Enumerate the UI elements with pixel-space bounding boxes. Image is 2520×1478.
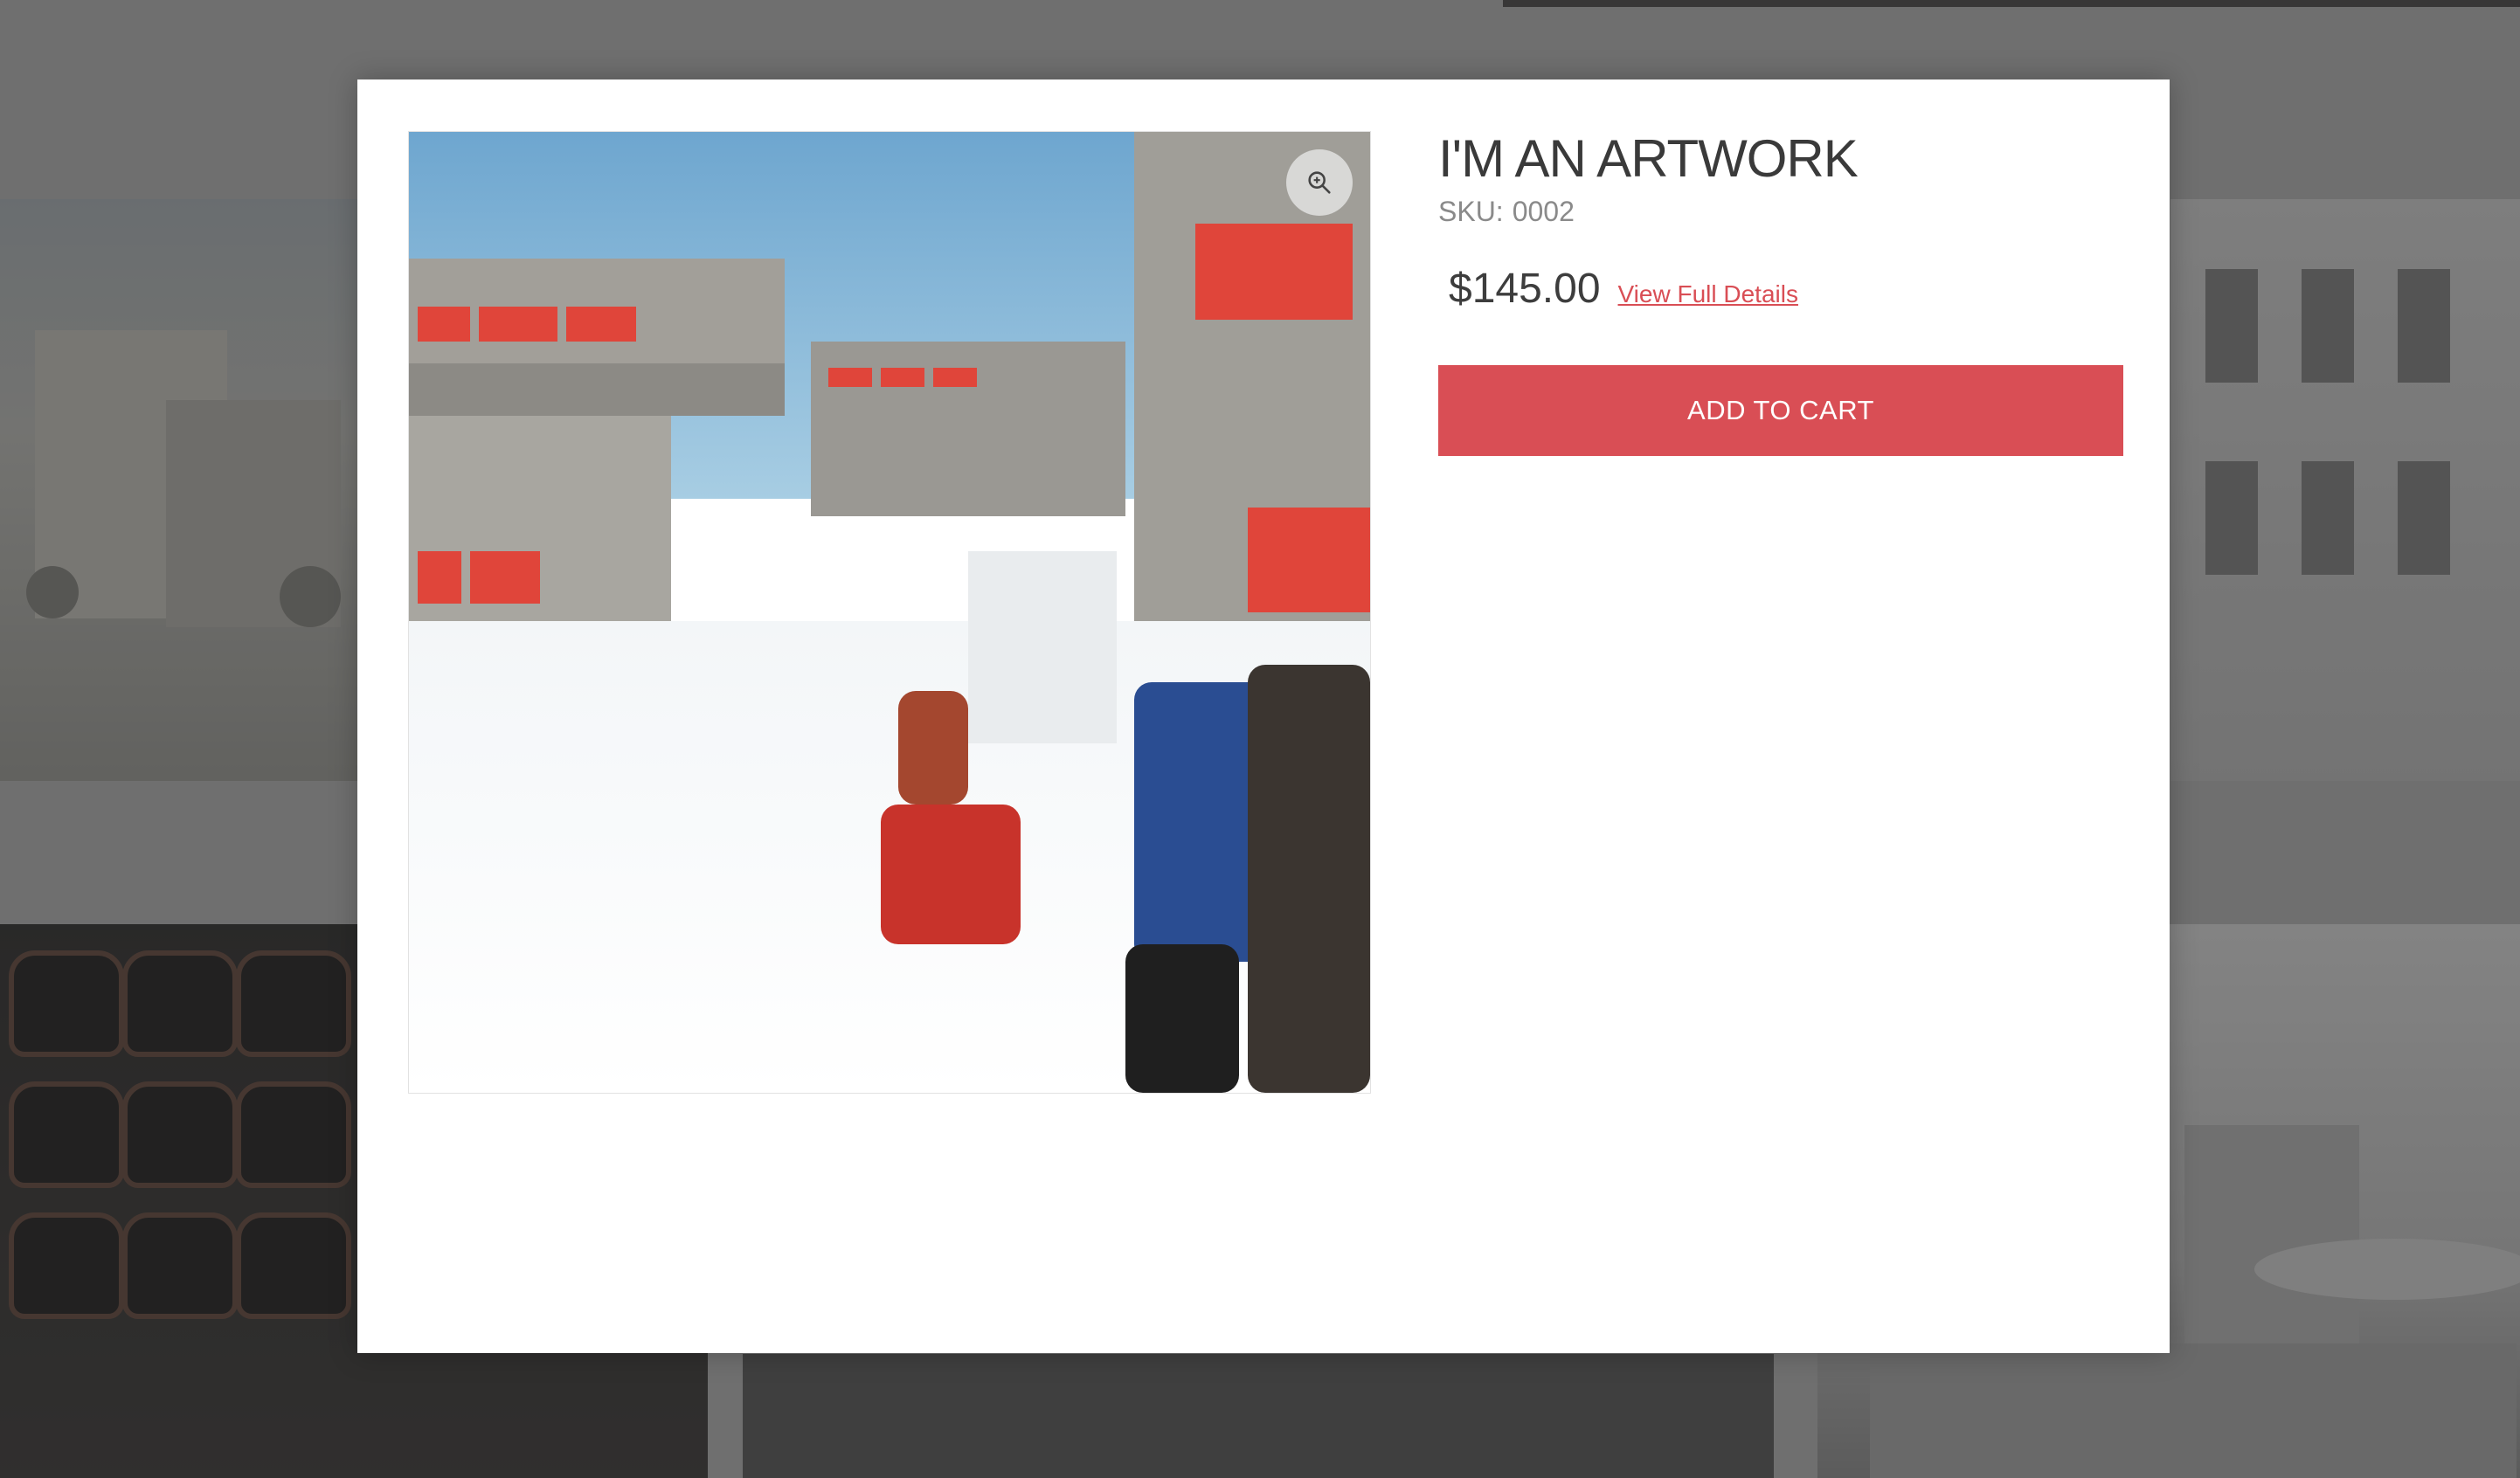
add-to-cart-button[interactable]: ADD TO CART: [1438, 365, 2123, 456]
gallery-tile-top: [1503, 0, 2520, 7]
zoom-button[interactable]: [1286, 149, 1353, 216]
sku-value: 0002: [1512, 196, 1575, 227]
product-sku: SKU: 0002: [1438, 196, 2123, 228]
view-full-details-link[interactable]: View Full Details: [1618, 280, 1798, 308]
price-row: $145.00 View Full Details: [1438, 265, 2123, 313]
product-price: $145.00: [1449, 266, 1601, 312]
gallery-tile-bottom-center: [743, 1354, 1774, 1478]
sku-label: SKU:: [1438, 196, 1504, 227]
zoom-in-icon: [1308, 171, 1331, 194]
product-title: I'M AN ARTWORK: [1438, 129, 1859, 188]
gallery-tile-architecture-left: [0, 199, 367, 781]
gallery-tile-architecture-right: [2170, 199, 2520, 781]
product-info: I'M AN ARTWORK SKU: 0002 $145.00 View Ful…: [1438, 128, 2123, 456]
product-image[interactable]: [408, 131, 1371, 1094]
quick-view-modal: I'M AN ARTWORK SKU: 0002 $145.00 View Ful…: [357, 79, 2170, 1353]
